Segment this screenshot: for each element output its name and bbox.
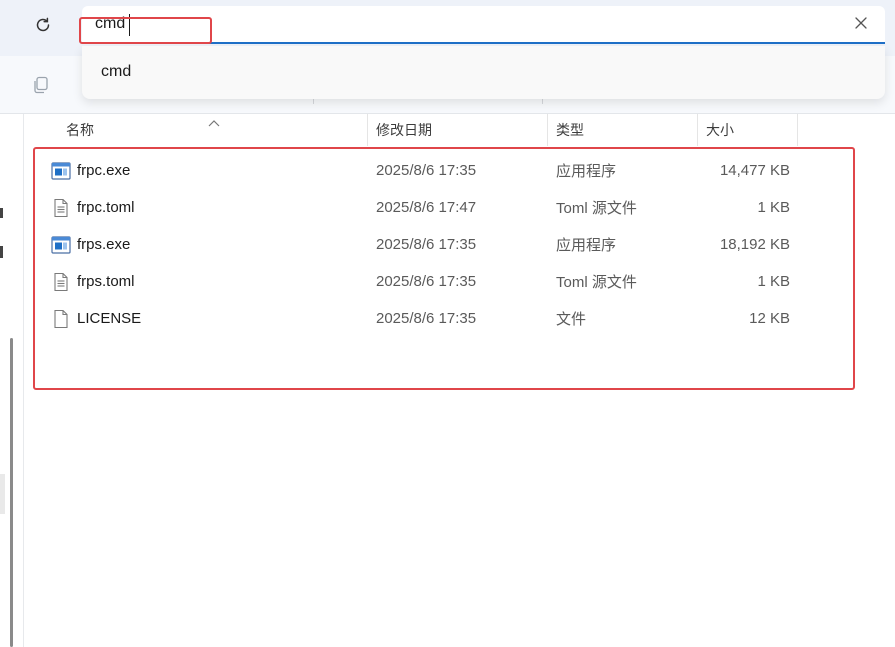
- column-header: 名称 修改日期 类型 大小: [24, 114, 895, 146]
- column-header-type[interactable]: 类型: [548, 114, 698, 146]
- refresh-button[interactable]: [28, 12, 58, 42]
- suggestion-item[interactable]: cmd: [101, 63, 131, 81]
- sort-ascending-icon: [208, 114, 220, 127]
- nav-edge-glyph: [0, 208, 3, 218]
- nav-edge-glyph: [0, 246, 3, 258]
- close-icon: [855, 16, 867, 34]
- column-header-modified[interactable]: 修改日期: [368, 114, 548, 146]
- nav-hover-block: [0, 474, 5, 514]
- refresh-icon: [34, 16, 52, 39]
- address-suggestions: cmd: [82, 46, 885, 99]
- annotation-box-input: [79, 17, 212, 44]
- copy-icon[interactable]: [31, 75, 51, 95]
- clear-address-button[interactable]: [851, 15, 871, 35]
- annotation-box-files: [33, 147, 855, 390]
- column-header-size[interactable]: 大小: [698, 114, 798, 146]
- nav-scrollbar[interactable]: [10, 338, 13, 647]
